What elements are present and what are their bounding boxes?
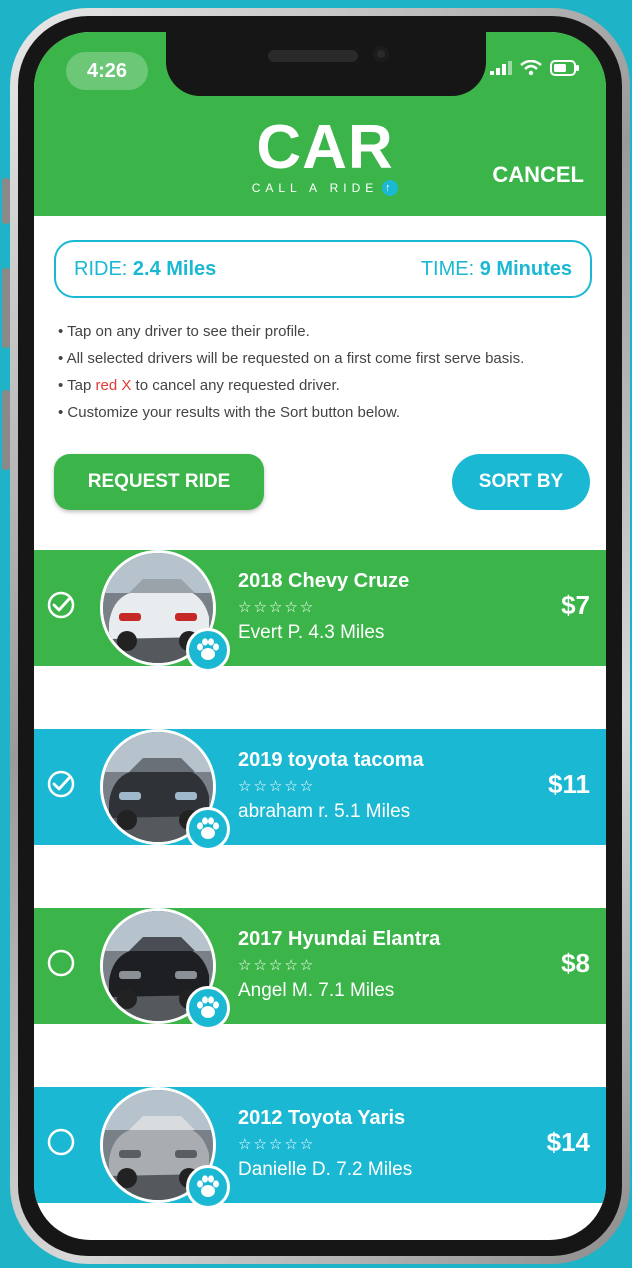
driver-row[interactable]: 2018 Chevy Cruze ☆☆☆☆☆ Evert P. 4.3 Miles $…: [34, 550, 606, 672]
driver-row[interactable]: 2017 Hyundai Elantra ☆☆☆☆☆ Angel M. 7.1 Mi…: [34, 908, 606, 1030]
rating-stars: ☆☆☆☆☆: [238, 957, 316, 974]
tip-line: • Tap red X to cancel any requested driv…: [58, 372, 524, 399]
ride-value: 2.4 Miles: [132, 257, 217, 280]
paw-icon: [186, 628, 230, 672]
ride-price: $11: [548, 769, 590, 799]
driver-row[interactable]: 2012 Toyota Yaris ☆☆☆☆☆ Danielle D. 7.2 Mi…: [34, 1087, 606, 1209]
logo-subtitle: CALL A RIDE: [251, 181, 379, 195]
request-ride-button[interactable]: REQUEST RIDE: [54, 454, 264, 510]
logo-subtitle-row: CALL A RIDE ↑: [230, 180, 420, 196]
instructions: • Tap on any driver to see their profile…: [58, 318, 524, 426]
status-time: 4:26: [66, 52, 148, 90]
logo-text: CAR: [256, 113, 394, 182]
car-name: 2018 Chevy Cruze: [238, 570, 410, 592]
tip-line: • Tap on any driver to see their profile…: [58, 323, 310, 340]
checked-circle-icon[interactable]: [46, 590, 76, 620]
speaker: [268, 50, 358, 62]
rating-stars: ☆☆☆☆☆: [238, 1136, 316, 1153]
paw-icon: [186, 986, 230, 1030]
time-value: 9 Minutes: [479, 257, 572, 280]
status-icons: [490, 60, 580, 76]
ride-distance: RIDE: 2.4 Miles: [74, 258, 216, 281]
cancel-button[interactable]: CANCEL: [492, 162, 584, 188]
front-camera: [373, 46, 389, 62]
tip-line: • All selected drivers will be requested…: [58, 350, 525, 367]
driver-row[interactable]: 2019 toyota tacoma ☆☆☆☆☆ abraham r. 5.1 Mi…: [34, 729, 606, 851]
ride-summary: RIDE: 2.4 Miles TIME: 9 Minutes: [54, 240, 592, 298]
arrow-up-icon: ↑: [382, 180, 399, 196]
tip-text: to cancel any requested driver.: [131, 377, 340, 394]
empty-circle-icon[interactable]: [46, 948, 76, 978]
checked-circle-icon[interactable]: [46, 769, 76, 799]
driver-info: Evert P. 4.3 Miles: [238, 622, 385, 643]
car-name: 2012 Toyota Yaris: [238, 1107, 406, 1129]
app-screen: 4:26 CAR CALL A RIDE ↑ CANCEL RIDE: 2.4 …: [34, 32, 606, 1240]
paw-icon: [186, 807, 230, 851]
app-logo: CAR CALL A RIDE ↑: [230, 113, 420, 196]
ride-time: TIME: 9 Minutes: [421, 258, 572, 281]
volume-up-button: [2, 268, 10, 348]
ride-price: $7: [561, 590, 590, 620]
rating-stars: ☆☆☆☆☆: [238, 599, 316, 616]
empty-circle-icon[interactable]: [46, 1127, 76, 1157]
tip-text: • Tap: [58, 377, 96, 394]
ride-price: $8: [561, 948, 590, 978]
mute-switch: [2, 178, 10, 224]
tip-line: • Customize your results with the Sort b…: [58, 404, 401, 421]
phone-frame: 4:26 CAR CALL A RIDE ↑ CANCEL RIDE: 2.4 …: [10, 8, 630, 1264]
ride-label: RIDE:: [74, 257, 128, 280]
paw-icon: [186, 1165, 230, 1209]
time-label: TIME:: [420, 257, 475, 280]
phone-bezel: 4:26 CAR CALL A RIDE ↑ CANCEL RIDE: 2.4 …: [18, 16, 622, 1256]
app-header: 4:26 CAR CALL A RIDE ↑ CANCEL: [34, 32, 606, 216]
signal-icon: [490, 61, 512, 75]
rating-stars: ☆☆☆☆☆: [238, 778, 316, 795]
wifi-icon: [520, 60, 542, 76]
car-name: 2017 Hyundai Elantra: [238, 928, 441, 950]
sort-by-button[interactable]: SORT BY: [452, 454, 590, 510]
battery-icon: [550, 60, 579, 76]
notch: [166, 32, 486, 96]
driver-info: Angel M. 7.1 Miles: [238, 980, 395, 1001]
driver-info: Danielle D. 7.2 Miles: [238, 1159, 413, 1180]
car-name: 2019 toyota tacoma: [238, 749, 424, 771]
volume-down-button: [2, 390, 10, 470]
ride-price: $14: [546, 1127, 590, 1157]
driver-info: abraham r. 5.1 Miles: [238, 801, 411, 822]
tip-red-x: red X: [95, 377, 132, 394]
